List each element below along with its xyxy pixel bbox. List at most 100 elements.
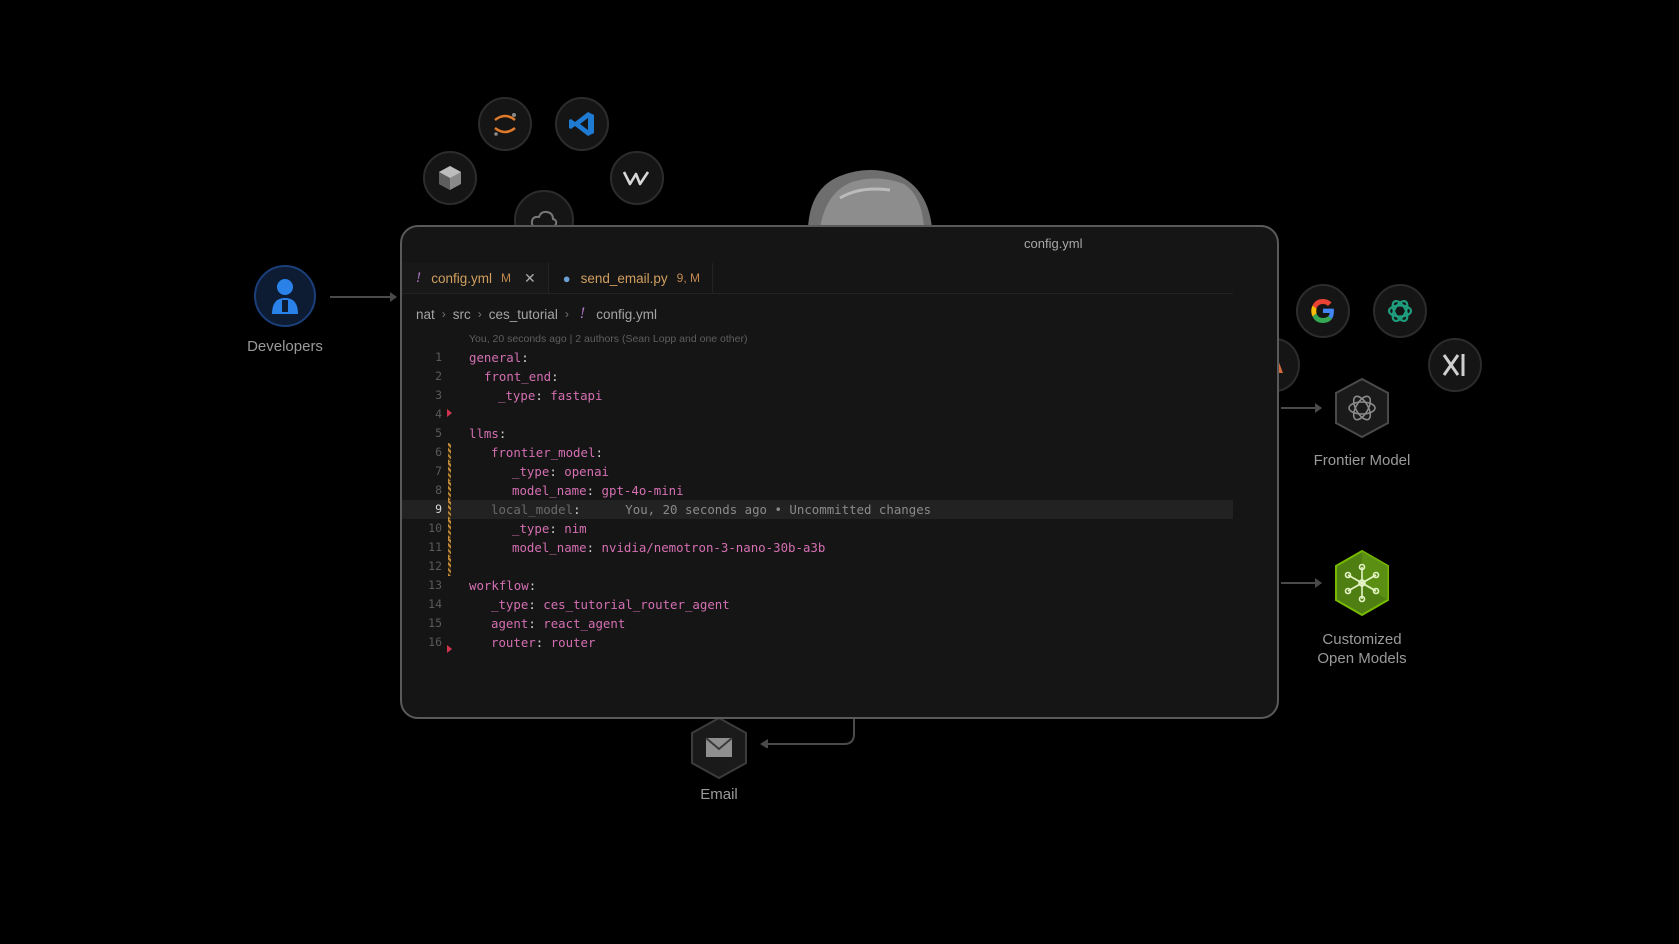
yaml-colon: : (549, 521, 565, 536)
code-line[interactable]: 4 (402, 405, 1233, 424)
developers-label: Developers (247, 338, 323, 355)
breadcrumb-item[interactable]: src (453, 307, 471, 322)
code-text: _type: nim (512, 519, 587, 538)
yaml-colon: : (551, 369, 567, 384)
arrow-to-open-models (1281, 578, 1322, 588)
code-line[interactable]: 9 local_model: You, 20 seconds ago • Unco… (402, 500, 1233, 519)
git-change-indicator[interactable] (448, 462, 451, 481)
yaml-value: gpt-4o-mini (601, 483, 684, 498)
git-change-indicator[interactable] (448, 519, 451, 538)
breadcrumb-item[interactable]: nat (416, 307, 435, 322)
tab-send-email-py[interactable]: ● send_email.py 9, M (549, 263, 714, 293)
code-line[interactable]: 5 llms: (402, 424, 1233, 443)
yaml-key: frontier_model (491, 445, 596, 460)
yaml-colon: : (528, 597, 544, 612)
code-line[interactable]: 2 front_end: (402, 367, 1233, 386)
code-text: workflow: (469, 576, 544, 595)
frontier-model-icon (1335, 377, 1389, 439)
yaml-file-icon: ! (579, 306, 586, 322)
yaml-colon: : (573, 502, 588, 517)
deleted-line-marker[interactable] (447, 645, 452, 653)
yaml-key: agent (491, 616, 529, 631)
git-change-indicator[interactable] (448, 538, 451, 557)
code-line[interactable]: 11 model_name: nvidia/nemotron-3-nano-30b… (402, 538, 1233, 557)
yaml-value: fastapi (550, 388, 603, 403)
jupyter-icon (478, 97, 532, 151)
chevron-right-icon: › (441, 307, 446, 321)
breadcrumb-item[interactable]: ces_tutorial (489, 307, 558, 322)
cube-tool-icon (423, 151, 477, 205)
yaml-key: router (491, 635, 536, 650)
customized-open-models-label: Customized Open Models (1317, 631, 1407, 667)
code-line[interactable]: 15 agent: react_agent (402, 614, 1233, 633)
code-text: router: router (491, 633, 595, 652)
developer-avatar-icon (254, 265, 316, 327)
line-number: 14 (428, 597, 442, 611)
code-text: llms: (469, 424, 514, 443)
yaml-colon: : (549, 464, 565, 479)
code-line[interactable]: 1 general: (402, 348, 1233, 367)
code-line[interactable]: 13 workflow: (402, 576, 1233, 595)
title-bar: config.yml (402, 227, 1277, 261)
inline-blame: You, 20 seconds ago • Uncommitted change… (587, 502, 932, 517)
code-line[interactable]: 3 _type: fastapi (402, 386, 1233, 405)
yaml-colon: : (528, 578, 544, 593)
yaml-value: react_agent (543, 616, 626, 631)
yaml-value: nim (564, 521, 587, 536)
line-number: 6 (435, 445, 442, 459)
code-line[interactable]: 7 _type: openai (402, 462, 1233, 481)
yaml-key: front_end (484, 369, 552, 384)
code-text: _type: ces_tutorial_router_agent (491, 595, 730, 614)
frontier-model-label: Frontier Model (1313, 452, 1411, 469)
git-change-indicator[interactable] (448, 443, 451, 462)
openai-icon (1373, 284, 1427, 338)
line-number: 8 (435, 483, 442, 497)
line-number: 3 (435, 388, 442, 402)
git-change-indicator[interactable] (448, 557, 451, 576)
breadcrumb-item[interactable]: config.yml (596, 307, 657, 322)
line-number: 1 (435, 350, 442, 364)
yaml-value: router (550, 635, 596, 650)
git-change-indicator[interactable] (448, 481, 451, 500)
yaml-colon: : (595, 445, 611, 460)
windsurf-icon (610, 151, 664, 205)
line-number: 12 (428, 559, 442, 573)
yaml-value: ces_tutorial_router_agent (543, 597, 730, 612)
yaml-key: _type (512, 464, 550, 479)
yaml-key: _type (512, 521, 550, 536)
tab-label: send_email.py (580, 270, 668, 286)
code-text: general: (469, 348, 536, 367)
code-line[interactable]: 8 model_name: gpt-4o-mini (402, 481, 1233, 500)
tab-status: 9, M (676, 271, 701, 285)
yaml-colon: : (586, 483, 602, 498)
connector-to-email (760, 718, 855, 748)
code-line[interactable]: 10 _type: nim (402, 519, 1233, 538)
line-number: 5 (435, 426, 442, 440)
yaml-key: _type (491, 597, 529, 612)
google-icon (1296, 284, 1350, 338)
xai-icon (1428, 338, 1482, 392)
tab-config-yml[interactable]: ! config.yml M ✕ (402, 263, 549, 293)
chevron-right-icon: › (564, 307, 569, 321)
code-line[interactable]: 12 (402, 557, 1233, 576)
yaml-file-icon: ! (416, 270, 422, 286)
code-line[interactable]: 16 router: router (402, 633, 1233, 652)
line-number: 13 (428, 578, 442, 592)
code-text: frontier_model: (491, 443, 610, 462)
code-line[interactable]: 14 _type: ces_tutorial_router_agent (402, 595, 1233, 614)
git-change-indicator[interactable] (448, 500, 451, 519)
code-text: local_model: You, 20 seconds ago • Uncom… (491, 500, 931, 519)
codelens-blame[interactable]: You, 20 seconds ago | 2 authors (Sean Lo… (469, 333, 747, 345)
yaml-key: model_name (512, 483, 587, 498)
yaml-key: general (469, 350, 522, 365)
code-area[interactable]: 1 general: 2 front_end: 3 _type: fastapi 4 5 l… (402, 348, 1233, 653)
code-line[interactable]: 6 frontier_model: (402, 443, 1233, 462)
close-tab-button[interactable]: ✕ (524, 270, 536, 287)
yaml-key: llms (469, 426, 499, 441)
vscode-icon (555, 97, 609, 151)
yaml-value: openai (564, 464, 609, 479)
line-number: 9 (435, 502, 442, 516)
code-text: model_name: gpt-4o-mini (512, 481, 684, 500)
yaml-colon: : (528, 616, 544, 631)
deleted-line-marker[interactable] (447, 409, 452, 417)
